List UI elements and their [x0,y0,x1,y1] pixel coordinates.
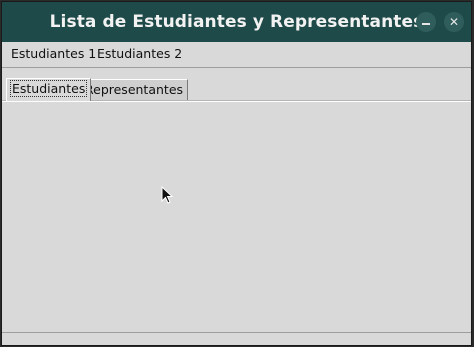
title-bar[interactable]: Lista de Estudiantes y Representantes ✕ [2,2,471,42]
app-window: Lista de Estudiantes y Representantes ✕ … [1,1,472,346]
tab-content-panel [2,102,471,332]
tab-representantes[interactable]: Representantes [80,79,189,100]
tab-strip: Estudiantes Representantes [2,68,471,103]
close-button[interactable]: ✕ [444,12,464,32]
tab-estudiantes[interactable]: Estudiantes [6,78,92,101]
tab-representantes-label: Representantes [85,82,184,97]
menu-estudiantes-2[interactable]: Estudiantes 2 [97,46,182,61]
tab-estudiantes-label: Estudiantes [9,80,88,97]
minimize-button[interactable] [416,12,436,32]
menu-bar: Estudiantes 1 Estudiantes 2 [2,42,471,68]
bottom-divider [2,332,471,333]
close-icon: ✕ [448,15,460,29]
mouse-pointer-icon [161,186,174,204]
menu-estudiantes-1[interactable]: Estudiantes 1 [11,46,96,61]
window-title: Lista de Estudiantes y Representantes [49,12,424,32]
